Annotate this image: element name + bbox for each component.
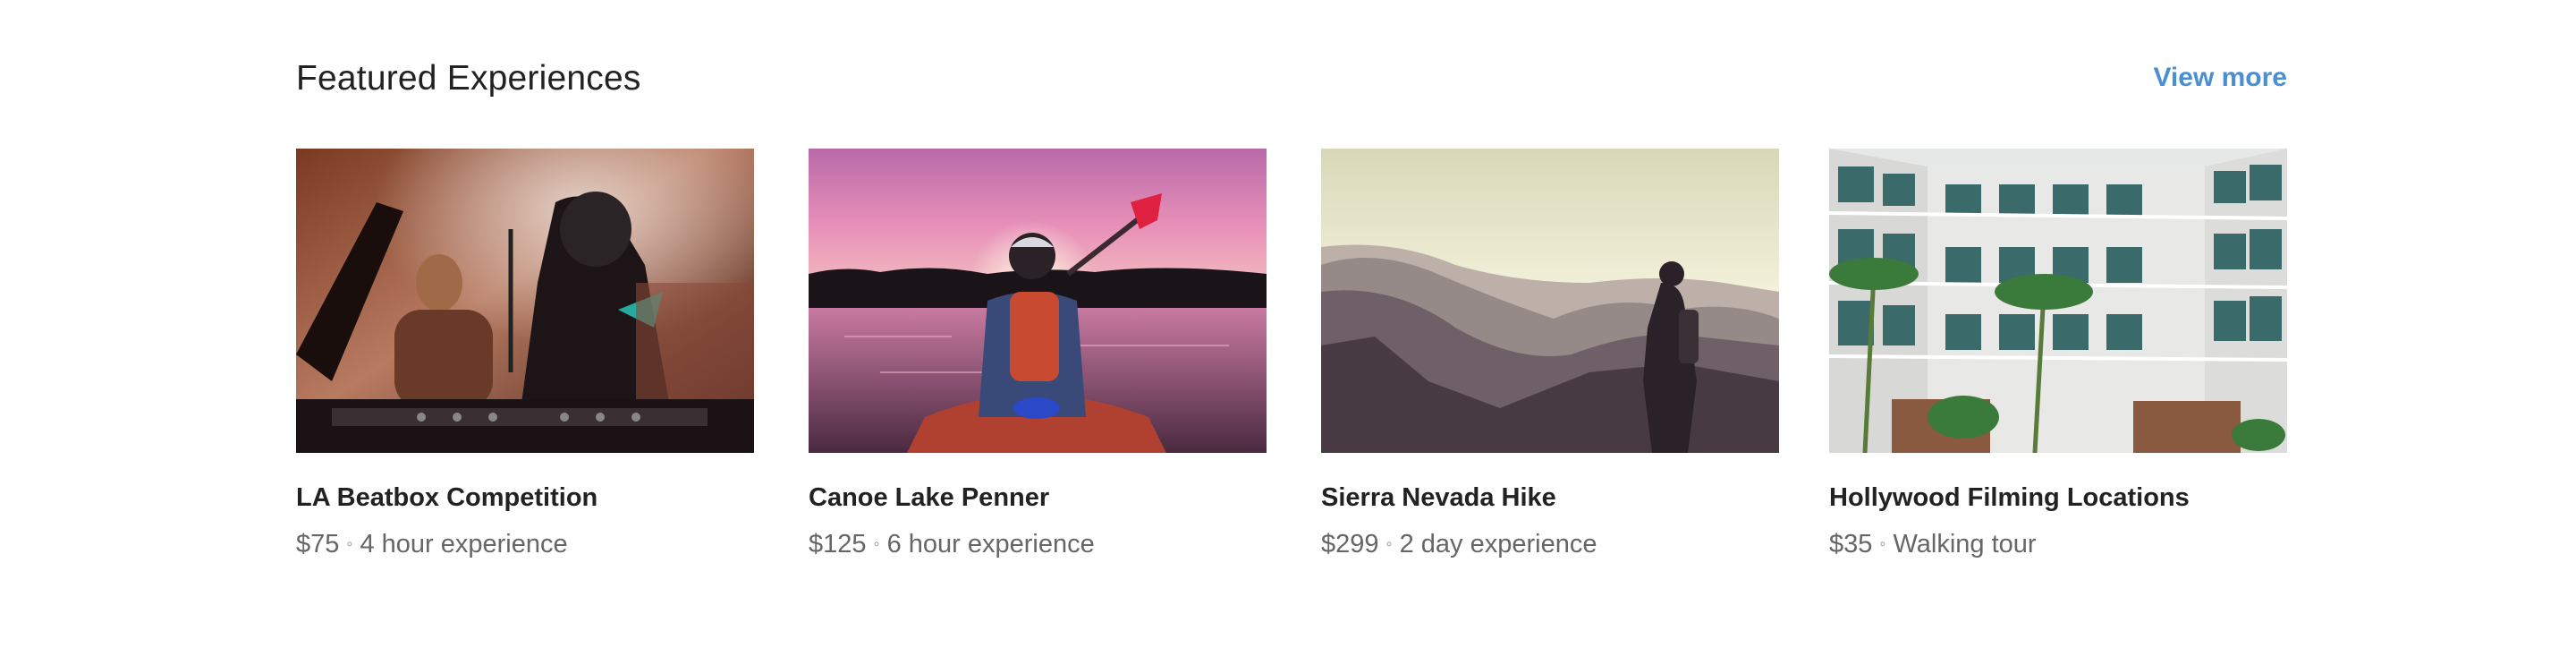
experience-card[interactable]: Sierra Nevada Hike $299 ◦ 2 day experience — [1321, 149, 1779, 578]
section-header: Featured Experiences View more — [296, 55, 2287, 102]
card-price: $35 — [1829, 530, 1873, 558]
section-title: Featured Experiences — [296, 59, 641, 98]
card-price: $75 — [296, 530, 340, 558]
card-meta: $125 ◦ 6 hour experience — [809, 530, 1095, 559]
hotel-courtyard-photo[interactable] — [1829, 149, 2287, 453]
card-detail: 6 hour experience — [886, 530, 1095, 558]
kayak-sunset-photo[interactable] — [809, 149, 1267, 453]
card-meta: $299 ◦ 2 day experience — [1321, 530, 1597, 559]
dj-concert-photo[interactable] — [296, 149, 754, 453]
experience-card[interactable]: Canoe Lake Penner $125 ◦ 6 hour experience — [809, 149, 1267, 578]
mountain-hiker-photo[interactable] — [1321, 149, 1779, 453]
experience-card[interactable]: Hollywood Filming Locations $35 ◦ Walking … — [1829, 149, 2287, 578]
separator-icon: ◦ — [873, 534, 880, 554]
card-price: $299 — [1321, 530, 1379, 558]
card-detail: 2 day experience — [1399, 530, 1597, 558]
view-more-link[interactable]: View more — [2153, 63, 2287, 93]
card-title[interactable]: Hollywood Filming Locations — [1829, 483, 2190, 513]
card-meta: $35 ◦ Walking tour — [1829, 530, 2037, 559]
experience-card[interactable]: LA Beatbox Competition $75 ◦ 4 hour experi… — [296, 149, 754, 578]
card-title[interactable]: Sierra Nevada Hike — [1321, 483, 1556, 513]
card-detail: Walking tour — [1893, 530, 2037, 558]
card-meta: $75 ◦ 4 hour experience — [296, 530, 568, 559]
separator-icon: ◦ — [1879, 534, 1886, 554]
experience-card-list: LA Beatbox Competition $75 ◦ 4 hour experi… — [296, 149, 2287, 578]
card-title[interactable]: Canoe Lake Penner — [809, 483, 1049, 513]
separator-icon: ◦ — [1385, 534, 1393, 554]
card-price: $125 — [809, 530, 867, 558]
separator-icon: ◦ — [346, 534, 353, 554]
card-detail: 4 hour experience — [360, 530, 568, 558]
card-title[interactable]: LA Beatbox Competition — [296, 483, 597, 513]
featured-experiences-section: Featured Experiences View more LA Beatbo… — [296, 0, 2287, 648]
